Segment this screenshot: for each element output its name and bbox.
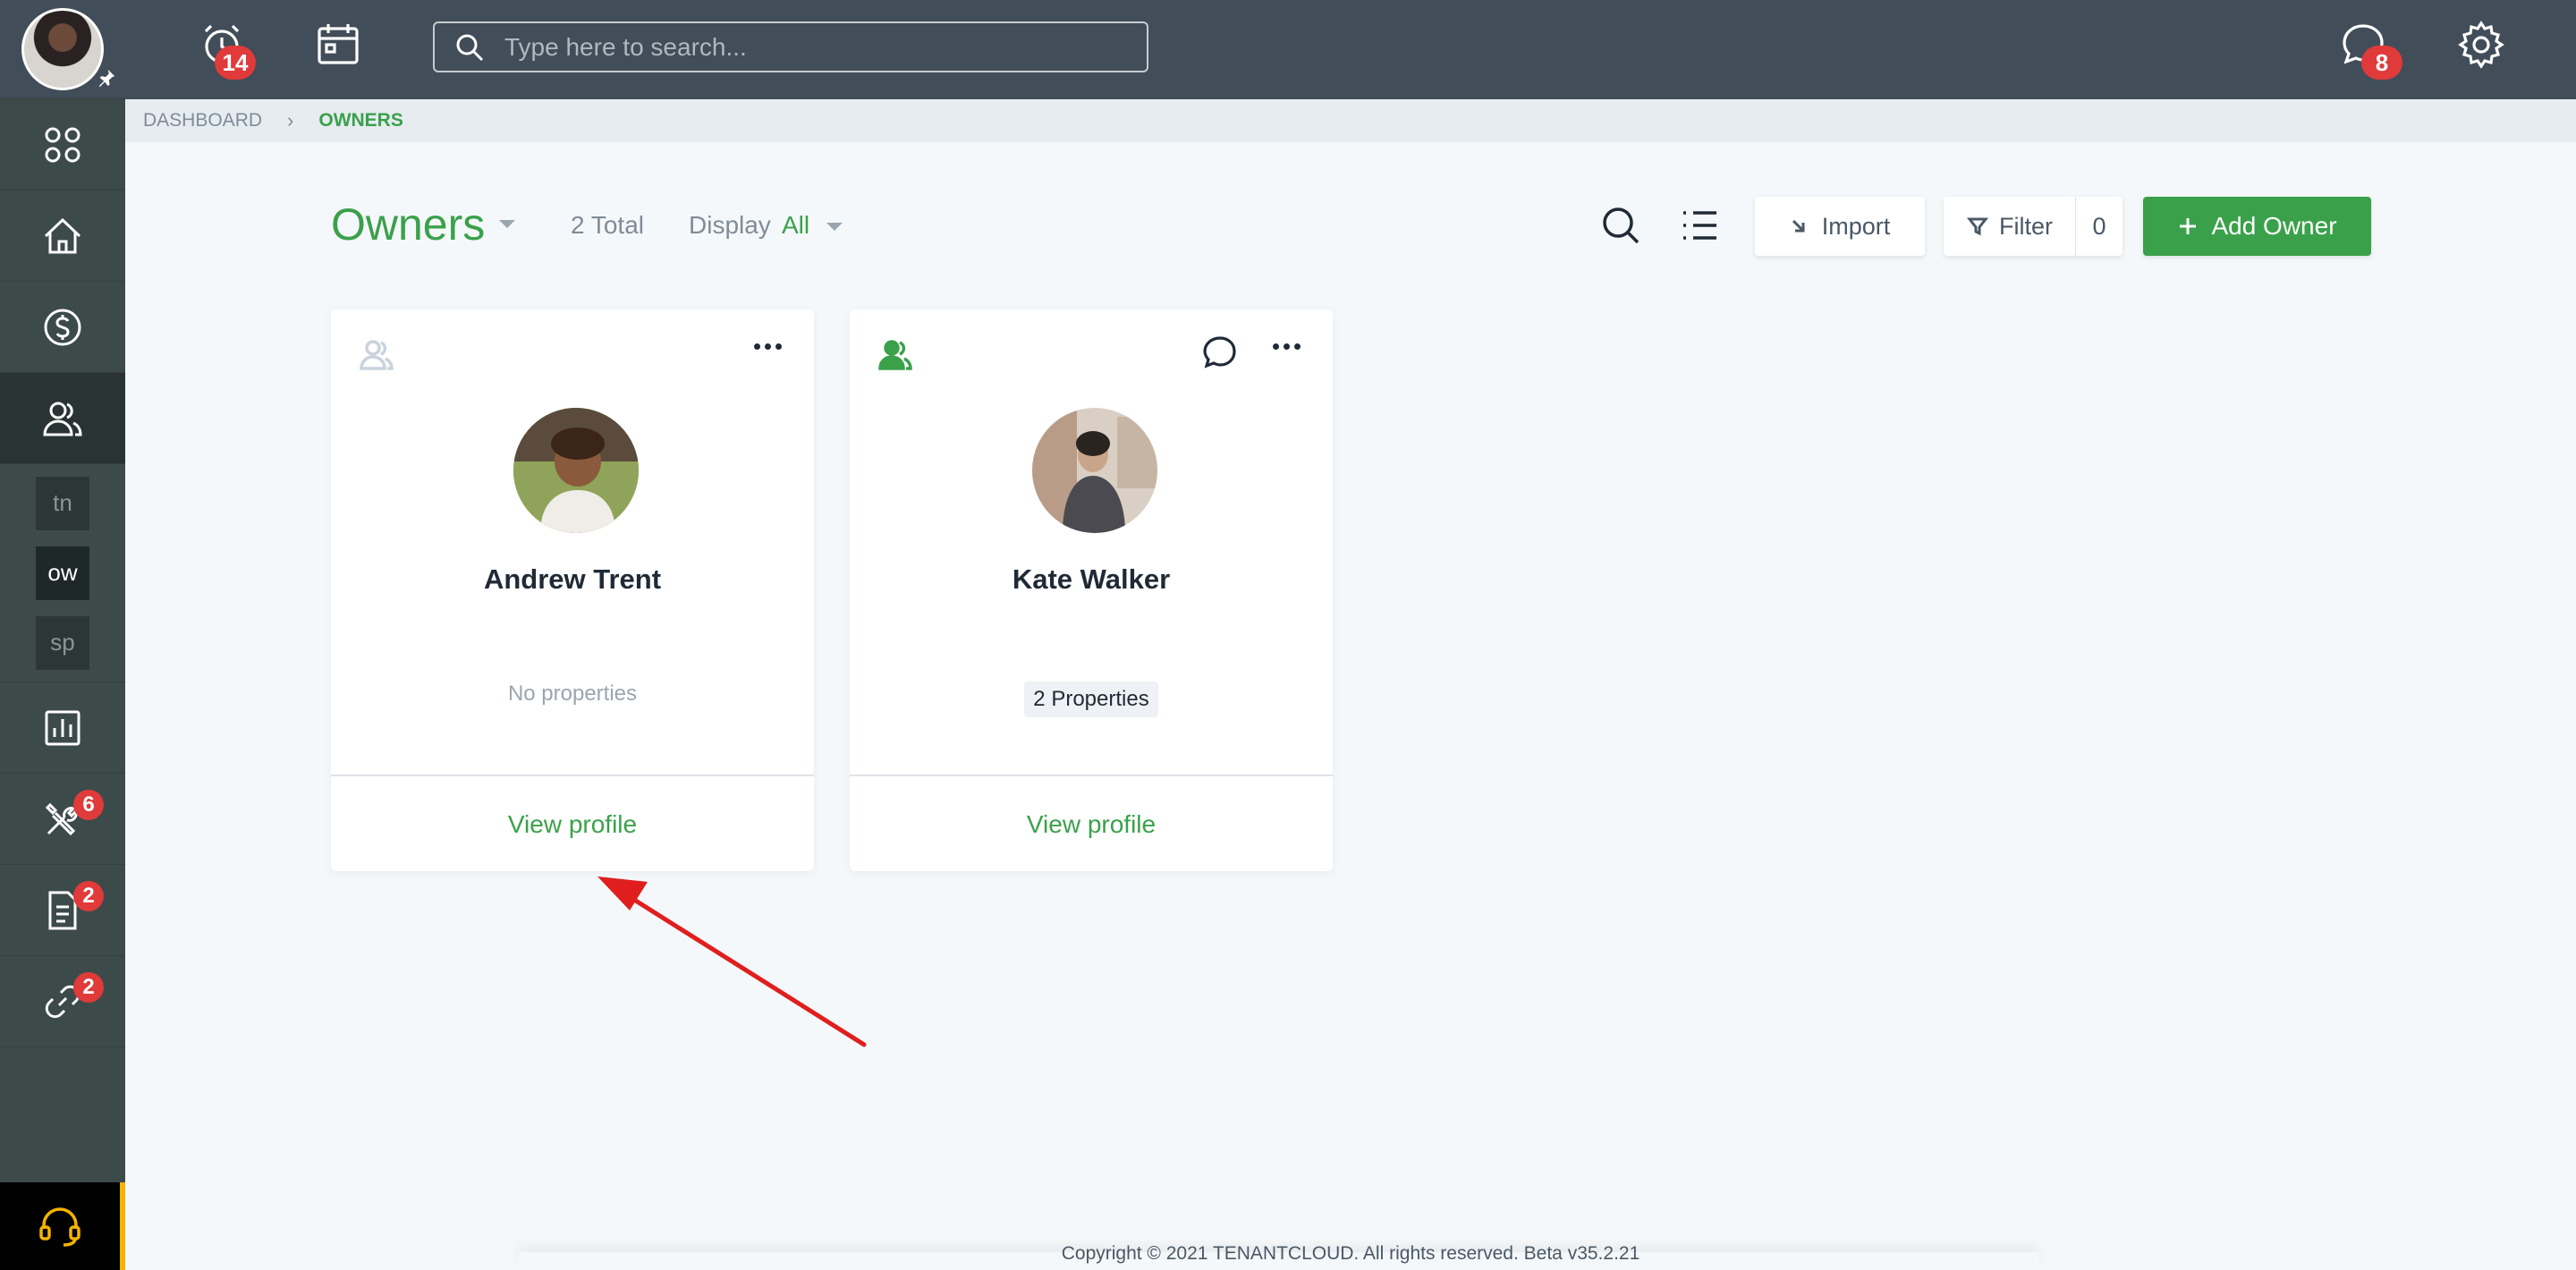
headset-icon [39,1207,80,1247]
gear-icon [2458,21,2504,69]
view-profile-link[interactable]: View profile [850,810,1333,839]
arrow-down-right-icon [1792,219,1805,233]
chat-badge: 8 [2361,46,2402,80]
total-count: 2 Total [571,211,644,239]
calendar-icon [318,24,359,64]
subnav-owners[interactable]: ow [36,546,89,600]
user-avatar[interactable] [21,8,104,90]
support-button[interactable] [0,1182,125,1270]
card-divider [331,775,814,776]
import-label: Import [1821,212,1891,240]
breadcrumb-dashboard[interactable]: DASHBOARD [143,110,262,131]
owner-inactive-icon [358,336,395,374]
documents-badge: 2 [73,881,104,911]
dollar-circle-icon [44,309,81,345]
owner-photo [513,408,639,533]
more-options-icon[interactable] [754,343,782,350]
search-input[interactable] [504,32,1131,62]
owner-card: Andrew Trent No properties View profile [331,309,814,871]
sidebar-item-payments[interactable] [0,282,125,373]
breadcrumb-owners: OWNERS [318,110,403,131]
filter-button[interactable]: Filter 0 [1944,197,2123,256]
sidebar-item-reports[interactable] [0,682,125,774]
owner-properties-badge[interactable]: 2 Properties [1024,682,1158,717]
sidebar-user[interactable] [0,0,125,99]
apps-grid-icon [45,127,80,162]
chevron-right-icon: › [287,109,294,131]
calendar-button[interactable] [313,20,363,70]
sidebar-item-apps[interactable] [0,99,125,190]
filter-main[interactable]: Filter [1944,197,2076,256]
owner-properties-wrap: 2 Properties [850,682,1333,717]
alarm-badge: 14 [215,46,256,80]
footer-copyright: Copyright © 2021 TENANTCLOUD. All rights… [1061,1243,1640,1264]
plus-icon [2180,218,2197,234]
sidebar: tn ow sp 6 2 2 [0,0,125,1270]
owner-active-icon [877,336,914,374]
top-bar: 14 8 [125,0,2576,99]
sidebar-item-documents[interactable]: 2 [0,865,125,956]
owner-properties: No properties [507,682,638,706]
home-icon [44,217,81,253]
filter-count: 0 [2092,212,2106,240]
add-owner-button[interactable]: Add Owner [2143,197,2371,256]
owner-properties-wrap: No properties [331,682,814,707]
list-view-button[interactable] [1678,204,1721,247]
settings-button[interactable] [2456,20,2506,70]
contacts-subnav: tn ow sp [0,464,125,682]
owner-card: Kate Walker 2 Properties View profile [850,309,1333,871]
chart-icon [45,710,80,745]
message-icon[interactable] [1200,333,1240,372]
sidebar-item-home[interactable] [0,190,125,282]
sidebar-item-contacts[interactable] [0,373,125,464]
subnav-service-pros[interactable]: sp [36,615,89,670]
search-box[interactable] [433,21,1148,72]
view-profile-link[interactable]: View profile [331,810,814,839]
owner-name[interactable]: Kate Walker [850,563,1333,596]
sidebar-item-maintenance[interactable]: 6 [0,774,125,865]
funnel-icon [1967,217,1988,236]
more-options-icon[interactable] [1273,343,1301,350]
import-button[interactable]: Import [1755,197,1925,256]
search-icon [456,34,484,61]
list-icon [1683,211,1716,240]
search-toggle-button[interactable] [1599,204,1642,247]
add-owner-label: Add Owner [2211,212,2337,240]
card-divider [850,775,1333,776]
links-badge: 2 [73,972,104,1003]
display-label: Display [689,211,771,239]
sidebar-item-links[interactable]: 2 [0,956,125,1047]
maintenance-badge: 6 [73,790,104,820]
title-chevron-down-icon[interactable] [499,220,515,228]
display-select[interactable]: All [782,211,809,240]
subnav-tenants[interactable]: tn [36,476,89,530]
owner-name[interactable]: Andrew Trent [331,563,814,596]
users-icon [43,402,82,436]
filter-label: Filter [1999,212,2053,240]
search-icon [1603,207,1640,244]
display-chevron-down-icon[interactable] [826,223,843,231]
owner-photo [1032,408,1157,533]
pin-icon[interactable] [97,68,116,88]
page-title[interactable]: Owners [331,199,485,250]
breadcrumb: DASHBOARD › OWNERS [125,99,2576,142]
